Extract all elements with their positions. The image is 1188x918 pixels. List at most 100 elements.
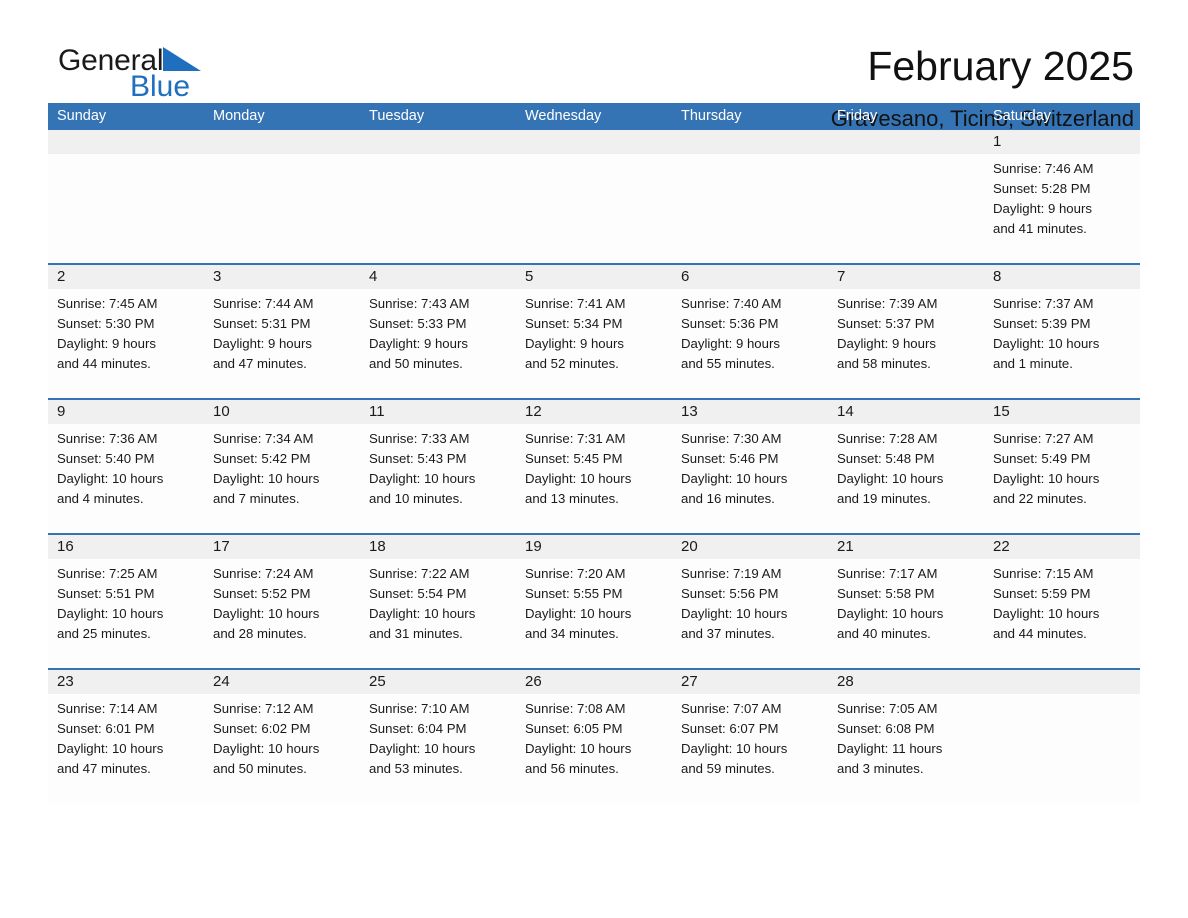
sunrise-text: Sunrise: 7:31 AM [525,431,626,446]
sunset-text: Sunset: 5:30 PM [57,316,155,331]
daylight-text-line2: and 52 minutes. [525,356,619,371]
sunset-text: Sunset: 5:49 PM [993,451,1091,466]
sunset-text: Sunset: 5:36 PM [681,316,779,331]
day-details: Sunrise: 7:39 AM Sunset: 5:37 PM Daylight:… [828,289,984,374]
calendar-day-cell[interactable]: 13 Sunrise: 7:30 AM Sunset: 5:46 PM Dayligh… [672,400,828,533]
sunrise-text: Sunrise: 7:34 AM [213,431,314,446]
sunrise-text: Sunrise: 7:07 AM [681,701,782,716]
calendar-day-cell[interactable]: 7 Sunrise: 7:39 AM Sunset: 5:37 PM Daylight… [828,265,984,398]
day-number: 6 [681,268,690,285]
daylight-text-line2: and 3 minutes. [837,761,924,776]
daylight-text-line1: Daylight: 10 hours [681,606,788,621]
daylight-text-line2: and 47 minutes. [213,356,307,371]
calendar-week-cells: 16 Sunrise: 7:25 AM Sunset: 5:51 PM Dayligh… [48,535,1140,668]
calendar-day-cell[interactable]: 8 Sunrise: 7:37 AM Sunset: 5:39 PM Daylight… [984,265,1140,398]
sunset-text: Sunset: 5:56 PM [681,586,779,601]
day-details: Sunrise: 7:25 AM Sunset: 5:51 PM Daylight:… [48,559,204,644]
daylight-text-line2: and 4 minutes. [57,491,144,506]
calendar-day-cell[interactable]: 22 Sunrise: 7:15 AM Sunset: 5:59 PM Dayligh… [984,535,1140,668]
day-number-strip [984,670,1140,694]
calendar-day-cell[interactable]: 26 Sunrise: 7:08 AM Sunset: 6:05 PM Dayligh… [516,670,672,803]
daylight-text-line1: Daylight: 10 hours [57,741,164,756]
calendar-day-cell[interactable]: 14 Sunrise: 7:28 AM Sunset: 5:48 PM Dayligh… [828,400,984,533]
daylight-text-line1: Daylight: 9 hours [993,201,1092,216]
calendar-week-cells: 23 Sunrise: 7:14 AM Sunset: 6:01 PM Dayligh… [48,670,1140,803]
sunrise-text: Sunrise: 7:45 AM [57,296,158,311]
brand-logo[interactable]: General Blue [48,46,288,102]
day-number: 9 [57,403,66,420]
sunset-text: Sunset: 6:01 PM [57,721,155,736]
sunset-text: Sunset: 5:39 PM [993,316,1091,331]
day-details: Sunrise: 7:20 AM Sunset: 5:55 PM Daylight:… [516,559,672,644]
day-details: Sunrise: 7:10 AM Sunset: 6:04 PM Daylight:… [360,694,516,779]
calendar-week-cells: 2 Sunrise: 7:45 AM Sunset: 5:30 PM Daylight… [48,265,1140,398]
weekday-header-saturday: Saturday [993,108,1052,124]
daylight-text-line1: Daylight: 10 hours [369,471,476,486]
calendar-day-cell[interactable]: 23 Sunrise: 7:14 AM Sunset: 6:01 PM Dayligh… [48,670,204,803]
calendar-day-cell[interactable]: 28 Sunrise: 7:05 AM Sunset: 6:08 PM Dayligh… [828,670,984,803]
day-details: Sunrise: 7:24 AM Sunset: 5:52 PM Daylight:… [204,559,360,644]
weekday-header-monday: Monday [213,108,265,124]
calendar-day-cell[interactable]: 4 Sunrise: 7:43 AM Sunset: 5:33 PM Daylight… [360,265,516,398]
sunset-text: Sunset: 5:37 PM [837,316,935,331]
sunset-text: Sunset: 6:04 PM [369,721,467,736]
day-number: 17 [213,538,230,555]
daylight-text-line2: and 50 minutes. [213,761,307,776]
calendar-grid: Sunday Monday Tuesday Wednesday Thursday… [48,103,1140,803]
sunset-text: Sunset: 5:46 PM [681,451,779,466]
day-details: Sunrise: 7:14 AM Sunset: 6:01 PM Daylight:… [48,694,204,779]
calendar-day-cell[interactable]: 16 Sunrise: 7:25 AM Sunset: 5:51 PM Dayligh… [48,535,204,668]
sunrise-text: Sunrise: 7:24 AM [213,566,314,581]
calendar-day-cell[interactable]: 1 Sunrise: 7:46 AM Sunset: 5:28 PM Daylight… [984,130,1140,263]
day-number: 19 [525,538,542,555]
day-number: 11 [369,403,385,420]
sunset-text: Sunset: 5:58 PM [837,586,935,601]
daylight-text-line1: Daylight: 10 hours [369,606,476,621]
calendar-day-cell[interactable]: 3 Sunrise: 7:44 AM Sunset: 5:31 PM Daylight… [204,265,360,398]
daylight-text-line1: Daylight: 10 hours [213,471,320,486]
calendar-day-cell[interactable]: 21 Sunrise: 7:17 AM Sunset: 5:58 PM Dayligh… [828,535,984,668]
calendar-weeks: 1 Sunrise: 7:46 AM Sunset: 5:28 PM Daylight… [48,130,1140,803]
daylight-text-line2: and 50 minutes. [369,356,463,371]
daylight-text-line2: and 58 minutes. [837,356,931,371]
daylight-text-line2: and 44 minutes. [993,626,1087,641]
calendar-day-cell[interactable]: 12 Sunrise: 7:31 AM Sunset: 5:45 PM Dayligh… [516,400,672,533]
calendar-day-cell[interactable]: 19 Sunrise: 7:20 AM Sunset: 5:55 PM Dayligh… [516,535,672,668]
calendar-day-cell[interactable]: 25 Sunrise: 7:10 AM Sunset: 6:04 PM Dayligh… [360,670,516,803]
daylight-text-line1: Daylight: 10 hours [837,606,944,621]
sunset-text: Sunset: 5:48 PM [837,451,935,466]
calendar-day-cell[interactable]: 10 Sunrise: 7:34 AM Sunset: 5:42 PM Dayligh… [204,400,360,533]
sunrise-text: Sunrise: 7:08 AM [525,701,626,716]
calendar-day-cell[interactable]: 24 Sunrise: 7:12 AM Sunset: 6:02 PM Dayligh… [204,670,360,803]
calendar-day-cell[interactable]: 17 Sunrise: 7:24 AM Sunset: 5:52 PM Dayligh… [204,535,360,668]
day-number: 13 [681,403,698,420]
daylight-text-line1: Daylight: 9 hours [837,336,936,351]
sunset-text: Sunset: 5:43 PM [369,451,467,466]
calendar-day-cell[interactable]: 2 Sunrise: 7:45 AM Sunset: 5:30 PM Daylight… [48,265,204,398]
calendar-day-cell[interactable]: 5 Sunrise: 7:41 AM Sunset: 5:34 PM Daylight… [516,265,672,398]
calendar-day-cell[interactable]: 11 Sunrise: 7:33 AM Sunset: 5:43 PM Dayligh… [360,400,516,533]
calendar-day-cell[interactable]: 15 Sunrise: 7:27 AM Sunset: 5:49 PM Dayligh… [984,400,1140,533]
daylight-text-line1: Daylight: 9 hours [213,336,312,351]
day-number: 10 [213,403,230,420]
day-number: 4 [369,268,378,285]
sunset-text: Sunset: 5:31 PM [213,316,311,331]
calendar-day-cell[interactable]: 18 Sunrise: 7:22 AM Sunset: 5:54 PM Dayligh… [360,535,516,668]
daylight-text-line2: and 22 minutes. [993,491,1087,506]
calendar-day-cell[interactable]: 27 Sunrise: 7:07 AM Sunset: 6:07 PM Dayligh… [672,670,828,803]
sunset-text: Sunset: 6:08 PM [837,721,935,736]
day-number: 14 [837,403,854,420]
calendar-day-cell[interactable]: 20 Sunrise: 7:19 AM Sunset: 5:56 PM Dayligh… [672,535,828,668]
day-details: Sunrise: 7:34 AM Sunset: 5:42 PM Daylight:… [204,424,360,509]
daylight-text-line1: Daylight: 10 hours [57,471,164,486]
day-number: 25 [369,673,386,690]
daylight-text-line1: Daylight: 10 hours [681,471,788,486]
calendar-day-cell[interactable]: 9 Sunrise: 7:36 AM Sunset: 5:40 PM Daylight… [48,400,204,533]
daylight-text-line1: Daylight: 10 hours [213,741,320,756]
calendar-day-cell[interactable]: 6 Sunrise: 7:40 AM Sunset: 5:36 PM Daylight… [672,265,828,398]
brand-name-blue: Blue [130,70,191,103]
daylight-text-line1: Daylight: 10 hours [993,471,1100,486]
daylight-text-line2: and 37 minutes. [681,626,775,641]
day-number-strip [828,130,984,154]
calendar-day-cell-empty [828,130,984,263]
